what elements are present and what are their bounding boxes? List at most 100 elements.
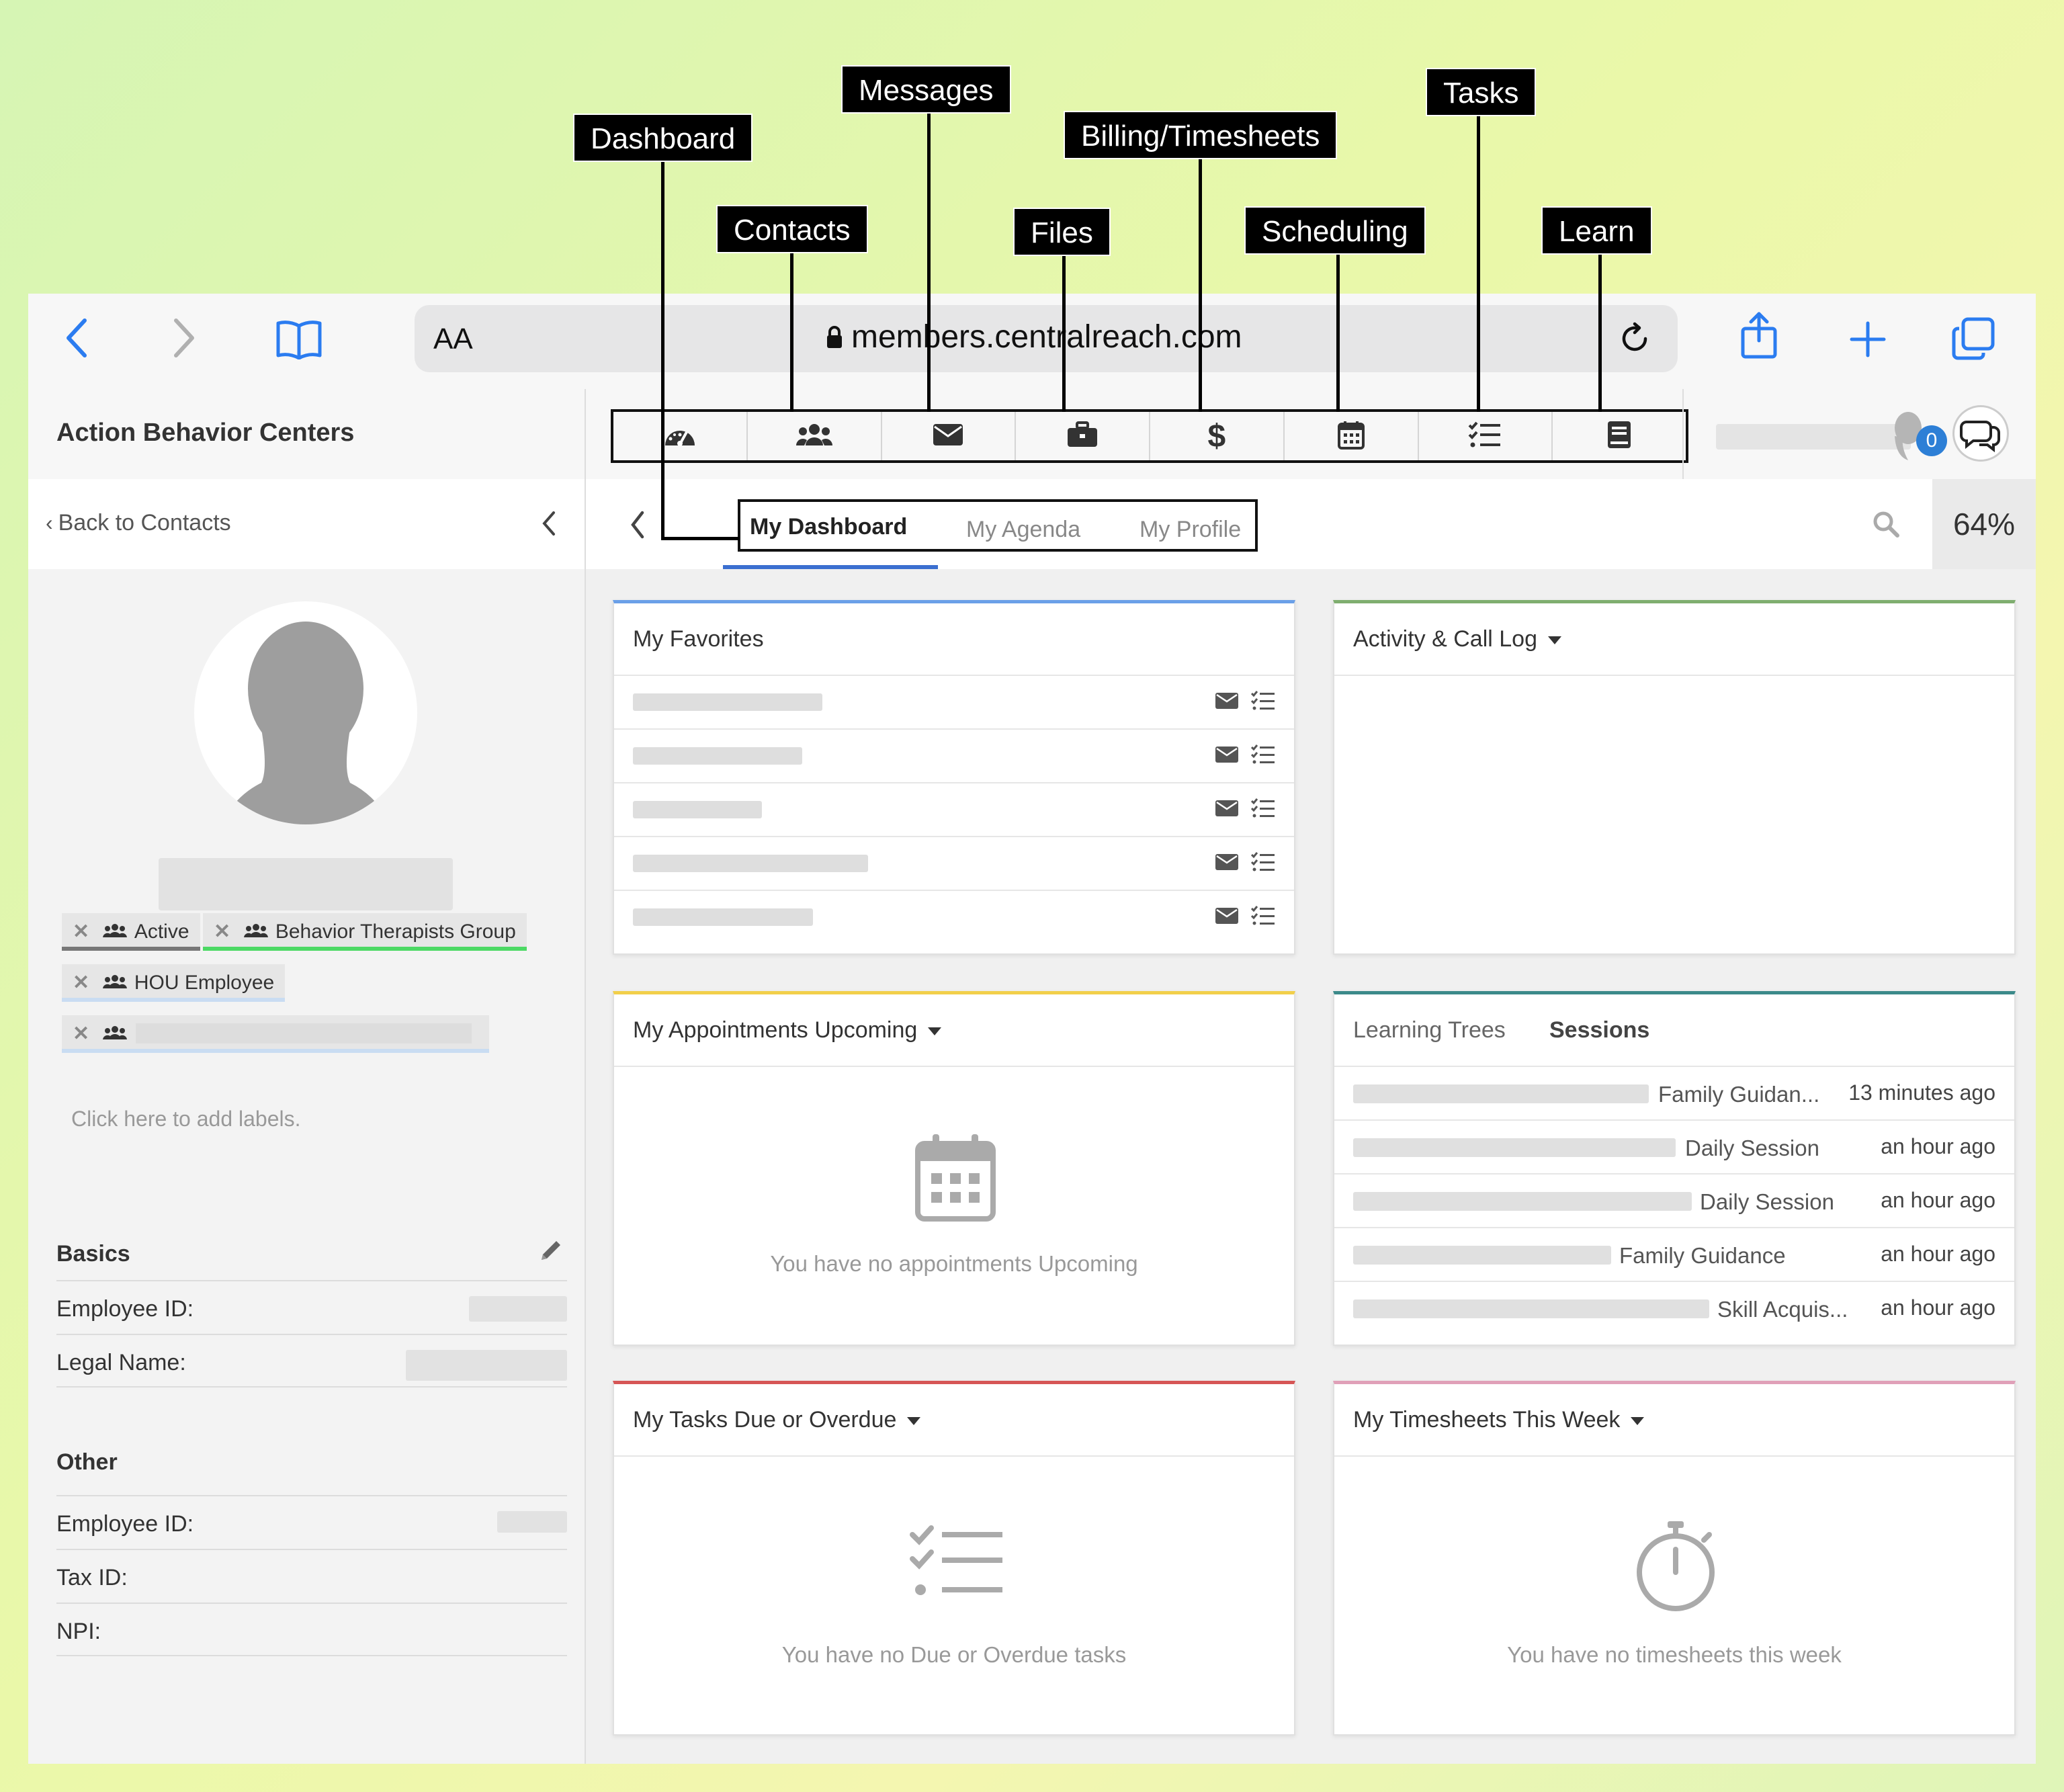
label-chip-behavior-therapists[interactable]: ✕ Behavior Therapists Group xyxy=(203,913,527,951)
stopwatch-icon xyxy=(1634,1520,1717,1615)
basics-legal-name-row: Legal Name: xyxy=(56,1334,567,1388)
user-name-redacted[interactable] xyxy=(1716,424,1911,450)
callout-billing: Billing/Timesheets xyxy=(1064,111,1338,159)
session-row[interactable]: Skill Acquis... an hour ago xyxy=(1334,1281,2014,1336)
remove-label-icon[interactable]: ✕ xyxy=(73,972,89,994)
field-value-redacted xyxy=(406,1350,567,1381)
text-size-button[interactable]: AA xyxy=(433,323,473,356)
field-label: Tax ID: xyxy=(56,1565,128,1590)
collapse-sidebar-icon[interactable] xyxy=(539,509,559,542)
back-to-contacts-link[interactable]: ‹ Back to Contacts xyxy=(46,510,231,536)
org-name: Action Behavior Centers xyxy=(56,419,355,447)
task-list-icon[interactable] xyxy=(1250,852,1275,876)
empty-message: You have no Due or Overdue tasks xyxy=(781,1642,1127,1667)
nav-learn[interactable] xyxy=(1553,412,1686,460)
tab-learning-trees[interactable]: Learning Trees xyxy=(1353,1017,1506,1043)
search-icon[interactable] xyxy=(1872,510,1900,542)
reload-icon[interactable] xyxy=(1617,321,1652,359)
session-row[interactable]: Daily Session an hour ago xyxy=(1334,1173,2014,1228)
other-tax-id-row: Tax ID: xyxy=(56,1549,567,1603)
session-time: an hour ago xyxy=(1881,1134,1995,1158)
remove-label-icon[interactable]: ✕ xyxy=(214,921,230,943)
nav-files[interactable] xyxy=(1016,412,1150,460)
widget-title[interactable]: Activity & Call Log xyxy=(1353,626,1561,652)
other-npi-row: NPI: xyxy=(56,1603,567,1656)
divider xyxy=(1682,389,1684,479)
mail-icon[interactable] xyxy=(1215,853,1239,874)
calendar-icon xyxy=(915,1133,996,1225)
widget-title[interactable]: My Appointments Upcoming xyxy=(633,1017,942,1043)
label-chip-redacted[interactable]: ✕ xyxy=(62,1015,489,1053)
label-text: Active xyxy=(134,921,189,943)
nav-dashboard[interactable] xyxy=(613,412,748,460)
callout-messages: Messages xyxy=(841,65,1011,114)
task-list-icon[interactable] xyxy=(1250,691,1275,714)
nav-messages[interactable] xyxy=(882,412,1017,460)
zoom-level[interactable]: 64% xyxy=(1932,479,2036,569)
url-text: members.centralreach.com xyxy=(851,319,1242,355)
tab-my-agenda[interactable]: My Agenda xyxy=(966,517,1080,543)
task-list-icon[interactable] xyxy=(1250,744,1275,768)
tab-my-profile[interactable]: My Profile xyxy=(1140,517,1241,543)
favorite-row[interactable] xyxy=(614,782,1294,837)
callout-dashboard: Dashboard xyxy=(573,114,753,162)
favorite-row[interactable] xyxy=(614,890,1294,945)
field-label: Employee ID: xyxy=(56,1511,194,1537)
edit-icon[interactable] xyxy=(538,1237,564,1267)
favorite-row[interactable] xyxy=(614,675,1294,730)
task-list-icon[interactable] xyxy=(1250,906,1275,929)
nav-back-icon[interactable] xyxy=(628,509,648,544)
divider xyxy=(585,389,586,479)
task-list-icon[interactable] xyxy=(1250,798,1275,822)
mail-icon[interactable] xyxy=(1215,746,1239,767)
remove-label-icon[interactable]: ✕ xyxy=(73,1023,89,1045)
session-client-redacted xyxy=(1353,1084,1649,1103)
session-row[interactable]: Family Guidance an hour ago xyxy=(1334,1227,2014,1282)
forward-icon[interactable] xyxy=(171,316,198,363)
field-value-redacted xyxy=(469,1296,567,1322)
add-labels-link[interactable]: Click here to add labels. xyxy=(71,1107,301,1132)
callout-contacts: Contacts xyxy=(716,205,868,253)
group-icon xyxy=(97,1023,128,1045)
back-to-contacts-label: Back to Contacts xyxy=(58,510,231,536)
chat-icon[interactable] xyxy=(1952,405,2009,462)
favorite-row[interactable] xyxy=(614,836,1294,891)
session-type: Skill Acquis... xyxy=(1717,1297,1848,1322)
label-text: Behavior Therapists Group xyxy=(275,921,516,943)
address-bar[interactable]: AA members.centralreach.com xyxy=(415,305,1678,372)
session-row[interactable]: Family Guidan... 13 minutes ago xyxy=(1334,1066,2014,1121)
widget-title: My Favorites xyxy=(633,626,764,652)
new-tab-icon[interactable] xyxy=(1849,321,1887,361)
label-chip-active[interactable]: ✕ Active xyxy=(62,913,200,951)
mail-icon[interactable] xyxy=(1215,692,1239,713)
nav-tasks[interactable] xyxy=(1419,412,1553,460)
widget-my-tasks: My Tasks Due or Overdue You have no Due … xyxy=(613,1381,1295,1736)
label-chip-hou-employee[interactable]: ✕ HOU Employee xyxy=(62,964,286,1002)
callout-tasks: Tasks xyxy=(1426,68,1537,116)
session-row[interactable]: Daily Session an hour ago xyxy=(1334,1119,2014,1175)
widget-title-text: Activity & Call Log xyxy=(1353,626,1537,652)
bookmarks-icon[interactable] xyxy=(275,319,322,363)
session-time: an hour ago xyxy=(1881,1242,1995,1266)
divider xyxy=(614,1455,1294,1457)
tab-my-dashboard[interactable]: My Dashboard xyxy=(750,514,907,540)
empty-message: You have no timesheets this week xyxy=(1507,1642,1842,1667)
connector-line xyxy=(1477,116,1480,412)
nav-scheduling[interactable] xyxy=(1285,412,1419,460)
notification-badge[interactable]: 0 xyxy=(1916,425,1947,456)
nav-contacts[interactable] xyxy=(748,412,882,460)
tab-sessions[interactable]: Sessions xyxy=(1549,1017,1649,1043)
back-icon[interactable] xyxy=(63,316,90,363)
mail-icon[interactable] xyxy=(1215,800,1239,820)
remove-label-icon[interactable]: ✕ xyxy=(73,921,89,943)
widget-title[interactable]: My Timesheets This Week xyxy=(1353,1407,1645,1433)
field-label: Legal Name: xyxy=(56,1350,186,1375)
favorite-row[interactable] xyxy=(614,728,1294,783)
share-icon[interactable] xyxy=(1739,311,1779,363)
nav-billing[interactable]: $ xyxy=(1150,412,1285,460)
tabs-overview-icon[interactable] xyxy=(1951,316,1995,364)
divider xyxy=(1334,675,2014,676)
widget-title[interactable]: My Tasks Due or Overdue xyxy=(633,1407,921,1433)
widget-title-text: My Tasks Due or Overdue xyxy=(633,1407,897,1433)
mail-icon[interactable] xyxy=(1215,907,1239,928)
